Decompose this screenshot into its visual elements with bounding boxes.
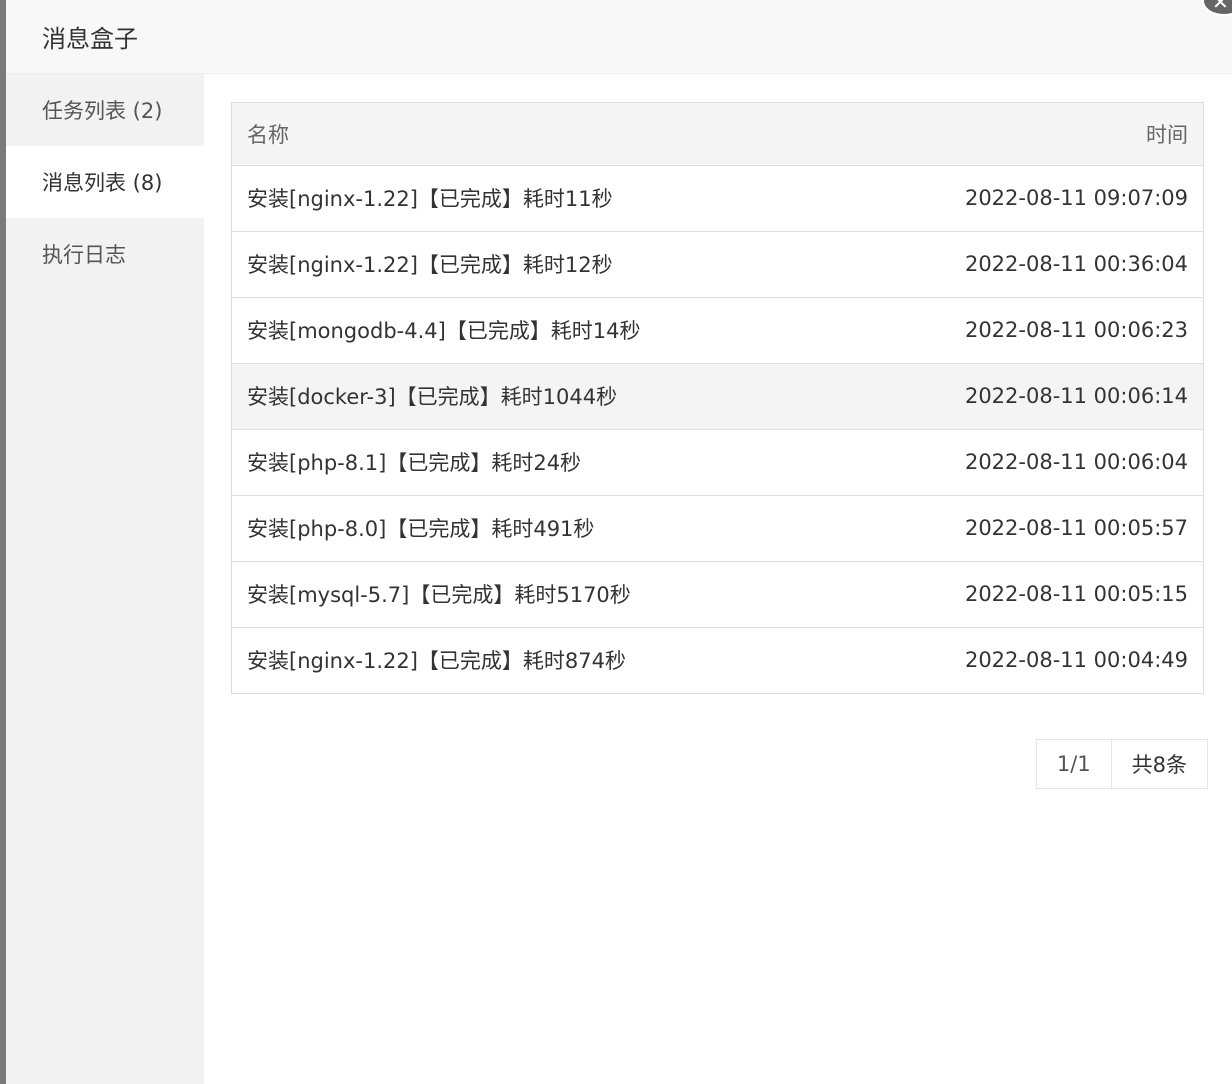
table-header-row: 名称 时间 (232, 103, 1203, 165)
message-time-cell: 2022-08-11 00:05:15 (964, 582, 1188, 606)
table-row[interactable]: 安装[php-8.0]【已完成】耗时491秒 2022-08-11 00:05:5… (232, 495, 1203, 561)
message-name-cell: 安装[nginx-1.22]【已完成】耗时12秒 (247, 253, 613, 277)
message-name-cell: 安装[mysql-5.7]【已完成】耗时5170秒 (247, 583, 631, 607)
message-time-cell: 2022-08-11 00:04:49 (964, 648, 1188, 673)
table-row[interactable]: 安装[php-8.1]【已完成】耗时24秒 2022-08-11 00:06:04 (232, 429, 1203, 495)
message-name-cell: 安装[nginx-1.22]【已完成】耗时874秒 (247, 649, 627, 674)
sidebar-item-message-list[interactable]: 消息列表 (8) (6, 146, 204, 218)
column-header-name: 名称 (247, 122, 289, 147)
sidebar-item-label: 消息列表 (8) (42, 171, 163, 195)
message-time-cell: 2022-08-11 00:05:57 (964, 516, 1188, 540)
sidebar-item-label: 任务列表 (2) (42, 99, 163, 123)
sidebar-item-task-list[interactable]: 任务列表 (2) (6, 74, 204, 146)
sidebar: 任务列表 (2) 消息列表 (8) 执行日志 (6, 74, 204, 1084)
sidebar-item-label: 执行日志 (42, 243, 126, 267)
main-content: 名称 时间 安装[nginx-1.22]【已完成】耗时11秒 2022-08-11… (204, 74, 1232, 1084)
pager-page-indicator: 1/1 (1056, 752, 1091, 776)
message-name-cell: 安装[php-8.0]【已完成】耗时491秒 (247, 517, 595, 541)
pagination: 1/1 共8条 (1035, 739, 1208, 789)
message-time-cell: 2022-08-11 09:07:09 (964, 186, 1188, 210)
table-row[interactable]: 安装[docker-3]【已完成】耗时1044秒 2022-08-11 00:06… (232, 363, 1203, 429)
table-row[interactable]: 安装[mysql-5.7]【已完成】耗时5170秒 2022-08-11 00:0… (232, 561, 1203, 627)
message-name-cell: 安装[nginx-1.22]【已完成】耗时11秒 (247, 187, 613, 211)
table-row[interactable]: 安装[nginx-1.22]【已完成】耗时11秒 2022-08-11 09:07… (232, 165, 1203, 231)
message-time-cell: 2022-08-11 00:06:23 (964, 318, 1188, 342)
message-name-cell: 安装[php-8.1]【已完成】耗时24秒 (247, 451, 582, 475)
sidebar-item-execution-log[interactable]: 执行日志 (6, 218, 204, 290)
dialog-title: 消息盒子 (42, 25, 138, 53)
message-name-cell: 安装[docker-3]【已完成】耗时1044秒 (247, 385, 618, 409)
message-table: 名称 时间 安装[nginx-1.22]【已完成】耗时11秒 2022-08-11… (231, 102, 1204, 694)
table-row[interactable]: 安装[nginx-1.22]【已完成】耗时874秒 2022-08-11 00:0… (232, 627, 1203, 693)
table-row[interactable]: 安装[nginx-1.22]【已完成】耗时12秒 2022-08-11 00:36… (232, 231, 1203, 297)
message-time-cell: 2022-08-11 00:06:14 (964, 384, 1188, 408)
message-time-cell: 2022-08-11 00:06:04 (964, 450, 1188, 474)
message-time-cell: 2022-08-11 00:36:04 (964, 252, 1188, 276)
table-row[interactable]: 安装[mongodb-4.4]【已完成】耗时14秒 2022-08-11 00:0… (232, 297, 1203, 363)
message-box-dialog: 消息盒子 ✕ 任务列表 (2) 消息列表 (8) 执行日志 名称 时间 安装[n… (6, 0, 1232, 1084)
pager-total-count: 共8条 (1110, 740, 1207, 788)
column-header-time: 时间 (1146, 122, 1188, 147)
message-name-cell: 安装[mongodb-4.4]【已完成】耗时14秒 (247, 319, 641, 343)
dialog-header: 消息盒子 (6, 0, 1232, 74)
